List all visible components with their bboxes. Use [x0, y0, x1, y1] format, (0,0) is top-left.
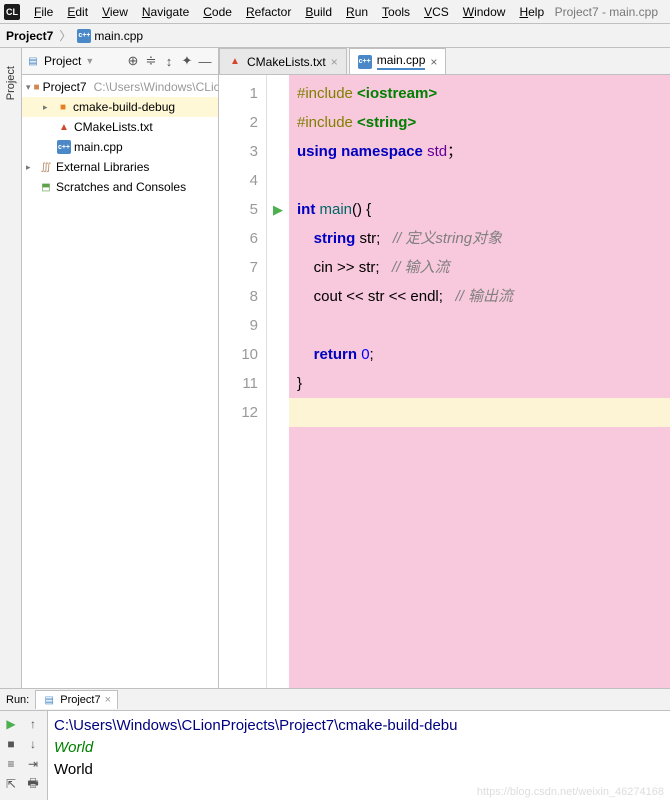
- breadcrumb-project[interactable]: Project7: [6, 29, 53, 43]
- chevron-down-icon[interactable]: ▾: [26, 82, 31, 93]
- tree-scratches[interactable]: ⬒ Scratches and Consoles: [22, 177, 218, 197]
- close-icon[interactable]: ×: [105, 694, 111, 706]
- menu-file[interactable]: File: [28, 2, 59, 22]
- breadcrumb-separator: 〉: [59, 27, 71, 44]
- run-gutter: ▶: [267, 75, 289, 688]
- print-button[interactable]: 🖶: [24, 775, 42, 793]
- close-icon[interactable]: ×: [430, 55, 437, 69]
- hide-button[interactable]: —: [196, 52, 214, 70]
- menu-vcs[interactable]: VCS: [418, 2, 455, 22]
- menu-navigate[interactable]: Navigate: [136, 2, 195, 22]
- cpp-icon: c++: [77, 29, 91, 43]
- breadcrumb: Project7 〉 c++ main.cpp: [0, 24, 670, 48]
- chevron-right-icon[interactable]: ▸: [43, 102, 53, 113]
- chevron-right-icon[interactable]: ▸: [26, 162, 36, 173]
- cpp-icon: c++: [358, 55, 372, 69]
- run-pane-header: Run: ▤ Project7 ×: [0, 689, 670, 711]
- folder-icon: ■: [34, 80, 40, 94]
- editor-tabs: ▲ CMakeLists.txt × c++ main.cpp ×: [219, 48, 670, 75]
- collapse-button[interactable]: ↕: [160, 52, 178, 70]
- watermark: https://blog.csdn.net/weixin_46274168: [477, 786, 664, 798]
- app-icon: ▤: [42, 693, 56, 707]
- cmake-icon: ▲: [228, 55, 242, 69]
- project-tool-window: ▤ Project ▼ ⊕ ≑ ↕ ✦ — ▾ ■ Project7 C:\Us…: [22, 48, 219, 688]
- tree-folder-cmake-build[interactable]: ▸ ■ cmake-build-debug: [22, 97, 218, 117]
- menu-refactor[interactable]: Refactor: [240, 2, 297, 22]
- down-button[interactable]: ↓: [24, 735, 42, 753]
- menu-build[interactable]: Build: [299, 2, 338, 22]
- menu-window[interactable]: Window: [457, 2, 512, 22]
- menu-edit[interactable]: Edit: [61, 2, 94, 22]
- up-button[interactable]: ↑: [24, 715, 42, 733]
- project-rail-button[interactable]: Project: [5, 66, 17, 100]
- menu-bar: CL FileEditViewNavigateCodeRefactorBuild…: [0, 0, 670, 24]
- left-tool-rail: Project: [0, 48, 22, 688]
- console-output[interactable]: C:\Users\Windows\CLionProjects\Project7\…: [48, 711, 670, 800]
- run-toolbar: ▶ ↑ ■ ↓ ≡ ⇥ ⇱ 🖶: [0, 711, 48, 800]
- wrap-button[interactable]: ⇥: [24, 755, 42, 773]
- code-content[interactable]: #include <iostream>#include <string>usin…: [289, 75, 670, 688]
- window-title: Project7 - main.cpp: [555, 5, 658, 19]
- settings-icon[interactable]: ✦: [178, 52, 196, 70]
- expand-button[interactable]: ≑: [142, 52, 160, 70]
- locate-button[interactable]: ⊕: [124, 52, 142, 70]
- menu-tools[interactable]: Tools: [376, 2, 416, 22]
- main-area: Project ▤ Project ▼ ⊕ ≑ ↕ ✦ — ▾ ■ Projec…: [0, 48, 670, 688]
- scratch-icon: ⬒: [39, 180, 53, 194]
- library-icon: ∭: [39, 160, 53, 174]
- cmake-icon: ▲: [57, 120, 71, 134]
- run-tool-window: Run: ▤ Project7 × ▶ ↑ ■ ↓ ≡ ⇥ ⇱ 🖶: [0, 688, 670, 800]
- cpp-icon: c++: [57, 140, 71, 154]
- code-editor[interactable]: 123456789101112 ▶ #include <iostream>#in…: [219, 75, 670, 688]
- close-icon[interactable]: ×: [331, 55, 338, 69]
- project-tree: ▾ ■ Project7 C:\Users\Windows\CLic ▸ ■ c…: [22, 75, 218, 688]
- tree-external-libraries[interactable]: ▸ ∭ External Libraries: [22, 157, 218, 177]
- tree-root[interactable]: ▾ ■ Project7 C:\Users\Windows\CLic: [22, 77, 218, 97]
- line-number-gutter: 123456789101112: [219, 75, 267, 688]
- run-tab[interactable]: ▤ Project7 ×: [35, 690, 118, 709]
- tab-main-cpp[interactable]: c++ main.cpp ×: [349, 48, 447, 74]
- rerun-button[interactable]: ▶: [2, 715, 20, 733]
- tab-cmakelists[interactable]: ▲ CMakeLists.txt ×: [219, 48, 347, 74]
- breadcrumb-file[interactable]: c++ main.cpp: [77, 29, 143, 43]
- stop-button[interactable]: ■: [2, 735, 20, 753]
- run-line-icon[interactable]: ▶: [273, 202, 283, 218]
- menu-view[interactable]: View: [96, 2, 134, 22]
- chevron-down-icon[interactable]: ▼: [85, 56, 94, 66]
- app-logo: CL: [4, 4, 20, 20]
- more-button[interactable]: ⇱: [2, 775, 20, 793]
- tree-file-cmakelists[interactable]: ▲ CMakeLists.txt: [22, 117, 218, 137]
- menu-run[interactable]: Run: [340, 2, 374, 22]
- project-pane-title[interactable]: Project: [44, 54, 81, 68]
- folder-icon: ■: [56, 100, 70, 114]
- project-pane-header: ▤ Project ▼ ⊕ ≑ ↕ ✦ —: [22, 48, 218, 75]
- editor-pane: ▲ CMakeLists.txt × c++ main.cpp × 123456…: [219, 48, 670, 688]
- menu-code[interactable]: Code: [197, 2, 238, 22]
- menu-help[interactable]: Help: [513, 2, 550, 22]
- layout-button[interactable]: ≡: [2, 755, 20, 773]
- project-view-icon: ▤: [26, 54, 40, 68]
- tree-file-main-cpp[interactable]: c++ main.cpp: [22, 137, 218, 157]
- run-label: Run:: [6, 694, 29, 706]
